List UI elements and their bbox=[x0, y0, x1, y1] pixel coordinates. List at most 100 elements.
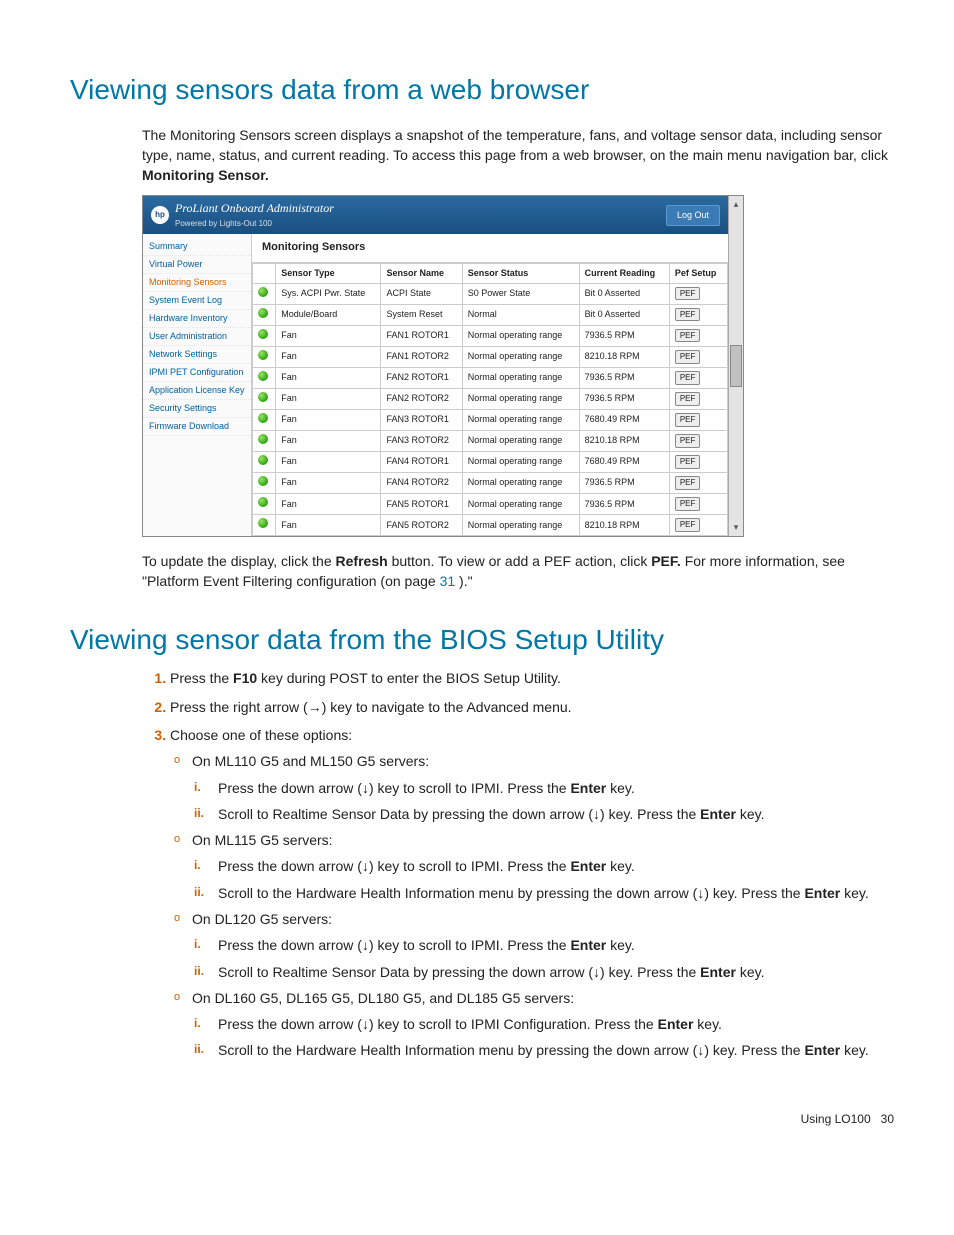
sensor-type-cell: Fan bbox=[276, 451, 381, 472]
enter-bold: Enter bbox=[700, 806, 736, 822]
pef-button[interactable]: PEF bbox=[675, 329, 701, 343]
sidebar-item[interactable]: Hardware Inventory bbox=[143, 310, 251, 328]
substep: Press the down arrow (↓) key to scroll t… bbox=[218, 1014, 894, 1034]
table-header: Sensor Name bbox=[381, 263, 462, 283]
table-header: Current Reading bbox=[579, 263, 669, 283]
sensor-reading-cell: 7680.49 RPM bbox=[579, 409, 669, 430]
intro-bold: Monitoring Sensor. bbox=[142, 167, 269, 183]
text: Scroll to Realtime Sensor Data by pressi… bbox=[218, 964, 700, 980]
pef-button[interactable]: PEF bbox=[675, 455, 701, 469]
sensor-name-cell: ACPI State bbox=[381, 283, 462, 304]
sensor-type-cell: Fan bbox=[276, 325, 381, 346]
status-cell bbox=[253, 472, 276, 493]
sidebar-item[interactable]: Network Settings bbox=[143, 346, 251, 364]
status-ok-icon bbox=[258, 329, 268, 339]
sensor-type-cell: Fan bbox=[276, 515, 381, 536]
sidebar-item[interactable]: Firmware Download bbox=[143, 418, 251, 436]
table-header: Pef Setup bbox=[669, 263, 727, 283]
scroll-up-icon[interactable]: ▴ bbox=[734, 198, 739, 211]
substep: Press the down arrow (↓) key to scroll t… bbox=[218, 935, 894, 955]
text: Press the down arrow (↓) key to scroll t… bbox=[218, 780, 570, 796]
status-ok-icon bbox=[258, 497, 268, 507]
sensor-status-cell: Normal operating range bbox=[462, 430, 579, 451]
pef-button[interactable]: PEF bbox=[675, 518, 701, 532]
scroll-thumb[interactable] bbox=[730, 345, 742, 387]
text: To update the display, click the bbox=[142, 553, 336, 569]
status-cell bbox=[253, 304, 276, 325]
sensor-name-cell: System Reset bbox=[381, 304, 462, 325]
pef-cell: PEF bbox=[669, 451, 727, 472]
pef-button[interactable]: PEF bbox=[675, 287, 701, 301]
option-label: On DL160 G5, DL165 G5, DL180 G5, and DL1… bbox=[192, 990, 574, 1006]
sidebar-item[interactable]: User Administration bbox=[143, 328, 251, 346]
sensor-status-cell: Normal operating range bbox=[462, 409, 579, 430]
text: key. bbox=[840, 885, 869, 901]
list-item: On DL160 G5, DL165 G5, DL180 G5, and DL1… bbox=[192, 988, 894, 1061]
pef-button[interactable]: PEF bbox=[675, 497, 701, 511]
sidebar-item[interactable]: Security Settings bbox=[143, 400, 251, 418]
text: Press the down arrow (↓) key to scroll t… bbox=[218, 937, 570, 953]
status-ok-icon bbox=[258, 434, 268, 444]
f10-bold: F10 bbox=[233, 670, 257, 686]
logout-button[interactable]: Log Out bbox=[666, 205, 720, 226]
table-row: FanFAN1 ROTOR2Normal operating range8210… bbox=[253, 346, 728, 367]
sensor-name-cell: FAN2 ROTOR2 bbox=[381, 388, 462, 409]
pef-button[interactable]: PEF bbox=[675, 413, 701, 427]
sensor-type-cell: Sys. ACPI Pwr. State bbox=[276, 283, 381, 304]
text: key. bbox=[606, 937, 635, 953]
sensor-status-cell: S0 Power State bbox=[462, 283, 579, 304]
pef-button[interactable]: PEF bbox=[675, 350, 701, 364]
sensor-name-cell: FAN5 ROTOR2 bbox=[381, 515, 462, 536]
sensor-reading-cell: 8210.18 RPM bbox=[579, 346, 669, 367]
text: Scroll to the Hardware Health Informatio… bbox=[218, 885, 804, 901]
product-title: ProLiant Onboard Administrator bbox=[175, 201, 334, 215]
text: key during POST to enter the BIOS Setup … bbox=[261, 670, 561, 686]
pef-button[interactable]: PEF bbox=[675, 476, 701, 490]
step-1: Press the F10 key during POST to enter t… bbox=[170, 668, 894, 688]
enter-bold: Enter bbox=[570, 780, 606, 796]
table-row: Module/BoardSystem ResetNormalBit 0 Asse… bbox=[253, 304, 728, 325]
table-row: FanFAN5 ROTOR1Normal operating range7936… bbox=[253, 494, 728, 515]
sidebar-item[interactable]: Virtual Power bbox=[143, 256, 251, 274]
sidebar-item[interactable]: IPMI PET Configuration bbox=[143, 364, 251, 382]
sidebar-item[interactable]: Summary bbox=[143, 238, 251, 256]
sensor-status-cell: Normal operating range bbox=[462, 367, 579, 388]
table-row: FanFAN2 ROTOR1Normal operating range7936… bbox=[253, 367, 728, 388]
pef-button[interactable]: PEF bbox=[675, 308, 701, 322]
status-cell bbox=[253, 515, 276, 536]
pef-cell: PEF bbox=[669, 283, 727, 304]
options-list: On ML110 G5 and ML150 G5 servers:Press t… bbox=[170, 751, 894, 1061]
sidebar-item[interactable]: System Event Log bbox=[143, 292, 251, 310]
page-link-31[interactable]: 31 bbox=[440, 573, 456, 589]
table-row: FanFAN2 ROTOR2Normal operating range7936… bbox=[253, 388, 728, 409]
substeps-list: Press the down arrow (↓) key to scroll t… bbox=[192, 856, 894, 903]
pef-cell: PEF bbox=[669, 367, 727, 388]
sensor-name-cell: FAN4 ROTOR2 bbox=[381, 472, 462, 493]
list-item: On DL120 G5 servers: Press the down arrow… bbox=[192, 909, 894, 982]
sensor-type-cell: Fan bbox=[276, 388, 381, 409]
option-label: On DL120 G5 servers: bbox=[192, 911, 332, 927]
sensor-reading-cell: 8210.18 RPM bbox=[579, 515, 669, 536]
page-footer: Using LO100 30 bbox=[70, 1111, 894, 1128]
steps-list: Press the F10 key during POST to enter t… bbox=[142, 668, 894, 1060]
text: Press the bbox=[170, 670, 233, 686]
enter-bold: Enter bbox=[658, 1016, 694, 1032]
sensor-name-cell: FAN1 ROTOR1 bbox=[381, 325, 462, 346]
sensor-name-cell: FAN1 ROTOR2 bbox=[381, 346, 462, 367]
pef-button[interactable]: PEF bbox=[675, 434, 701, 448]
pef-button[interactable]: PEF bbox=[675, 392, 701, 406]
pef-cell: PEF bbox=[669, 494, 727, 515]
table-row: FanFAN4 ROTOR2Normal operating range7936… bbox=[253, 472, 728, 493]
sidebar-item[interactable]: Monitoring Sensors bbox=[143, 274, 251, 292]
substep: Press the down arrow (↓) key to scroll t… bbox=[218, 778, 894, 798]
table-row: FanFAN1 ROTOR1Normal operating range7936… bbox=[253, 325, 728, 346]
enter-bold: Enter bbox=[700, 964, 736, 980]
sidebar-item[interactable]: Application License Key bbox=[143, 382, 251, 400]
pef-button[interactable]: PEF bbox=[675, 371, 701, 385]
scrollbar-vertical[interactable]: ▴ ▾ bbox=[728, 196, 743, 536]
text: key. bbox=[693, 1016, 722, 1032]
enter-bold: Enter bbox=[804, 885, 840, 901]
scroll-down-icon[interactable]: ▾ bbox=[734, 521, 739, 534]
sensor-type-cell: Fan bbox=[276, 346, 381, 367]
embedded-screenshot: hp ProLiant Onboard Administrator Powere… bbox=[142, 195, 744, 537]
